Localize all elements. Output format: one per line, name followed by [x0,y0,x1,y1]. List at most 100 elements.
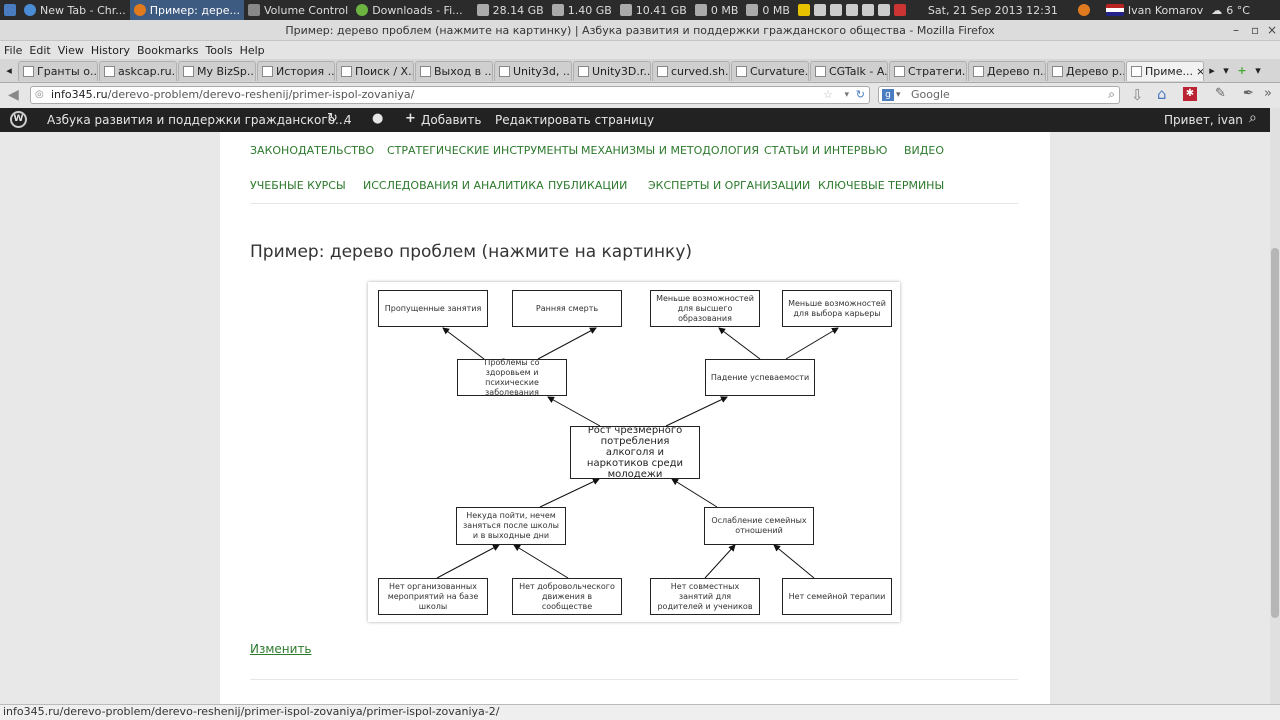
menu-view[interactable]: View [58,44,84,57]
updates-count[interactable]: 4 [344,113,352,127]
download-icon[interactable]: ⇩ [1131,86,1144,104]
nav-link-mechanisms[interactable]: МЕХАНИЗМЫ И МЕТОДОЛОГИЯ [581,144,759,157]
wp-add-new[interactable]: Добавить [421,113,481,127]
new-tab-icon[interactable]: + [1233,64,1251,77]
page-scrollbar[interactable] [1270,108,1280,704]
tab-scroll-left-icon[interactable]: ◂ [0,64,18,77]
favicon [341,65,352,77]
url-dropdown-icon[interactable]: ▾ [844,87,849,103]
content-area: ЗАКОНОДАТЕЛЬСТВО СТРАТЕГИЧЕСКИЕ ИНСТРУМЕ… [220,132,1050,704]
diagram-node-effect-mid: Проблемы со здоровьем и психические забо… [457,358,567,397]
menu-bookmarks[interactable]: Bookmarks [137,44,198,57]
nav-link-research[interactable]: ИССЛЕДОВАНИЯ И АНАЛИТИКА [363,179,544,192]
tab-item[interactable]: CGTalk - A... [810,60,888,81]
clock[interactable]: Sat, 21 Sep 2013 12:31 [924,0,1062,20]
home-icon[interactable]: ⌂ [1157,85,1167,103]
url-host: info345.ru [51,88,108,101]
favicon [578,65,589,77]
weather[interactable]: ☁ 6 °C [1207,0,1254,20]
memory-icon [551,4,564,16]
tab-item[interactable]: My BizSp... [178,60,256,81]
tray-disk2: 10.41 GB [616,0,691,20]
tab-item[interactable]: curved.sh... [652,60,730,81]
chrome-icon [24,4,36,16]
start-icon [4,4,16,16]
tab-item-active[interactable]: Приме...× [1126,60,1204,81]
nav-link-video[interactable]: ВИДЕО [904,144,944,157]
page-title: Пример: дерево проблем (нажмите на карти… [250,242,693,262]
wordpress-logo-icon[interactable]: W [10,111,27,128]
tab-item[interactable]: Поиск / Х... [336,60,414,81]
user-menu[interactable]: Ivan Komarov [1102,0,1207,20]
wp-edit-page[interactable]: Редактировать страницу [495,113,654,127]
tab-list-icon[interactable]: ▾ [1219,64,1233,77]
minimize-icon[interactable]: – [1233,20,1239,41]
scrollbar-thumb[interactable] [1271,248,1279,618]
tab-scroll-right-icon[interactable]: ▸ [1205,64,1219,77]
problem-tree-image[interactable]: Пропущенные занятия Ранняя смерть Меньше… [368,282,900,622]
tab-item[interactable]: Гранты о... [18,60,98,81]
nav-link-publications[interactable]: ПУБЛИКАЦИИ [548,179,627,192]
tools-icon[interactable]: ✎ [1215,86,1226,101]
taskbar-item-volume[interactable]: Volume Control [244,0,352,20]
tab-item[interactable]: История ... [257,60,335,81]
favicon [23,65,34,77]
menu-edit[interactable]: Edit [29,44,50,57]
search-input[interactable]: g ▾ Google ⌕ [878,86,1120,104]
arrow [773,544,815,579]
menu-bar: File Edit View History Bookmarks Tools H… [0,41,1280,59]
arrow [671,478,718,508]
pen-icon[interactable]: ✒ [1243,86,1254,101]
arrow [785,327,839,360]
back-icon[interactable]: ◀ [8,87,19,103]
reload-icon[interactable]: ↻ [856,87,865,103]
add-icon[interactable]: + [405,111,416,126]
taskbar-item-firefox[interactable]: Пример: дере... [129,0,245,20]
tab-item[interactable]: Стратеги... [889,60,967,81]
nav-link-key-terms[interactable]: КЛЮЧЕВЫЕ ТЕРМИНЫ [818,179,944,192]
bookmark-star-icon[interactable]: ☆ [823,87,833,103]
search-icon[interactable]: ⌕ [1108,86,1115,102]
tab-item[interactable]: Unity3d, ... [494,60,572,81]
tab-close-icon[interactable]: × [1196,65,1203,78]
wp-search-icon[interactable]: ⌕ [1249,110,1257,126]
speaker-icon [248,4,261,16]
tab-menu-icon[interactable]: ▾ [1251,64,1265,77]
os-taskbar: New Tab - Chr... Пример: дере... Volume … [0,0,1280,20]
window-title: Пример: дерево проблем (нажмите на карти… [285,24,995,37]
diagram-node-core-problem: Рост чрезмерного потребления алкоголя и … [570,425,700,480]
taskbar-item-chrome[interactable]: New Tab - Chr... [20,0,130,20]
nav-link-articles[interactable]: СТАТЬИ И ИНТЕРВЬЮ [764,144,887,157]
nav-link-strategic-tools[interactable]: СТРАТЕГИЧЕСКИЕ ИНСТРУМЕНТЫ [387,144,578,157]
edit-link[interactable]: Изменить [250,642,312,656]
tab-item[interactable]: Дерево п... [968,60,1046,81]
overflow-menu-icon[interactable]: » [1264,86,1272,101]
taskbar-item-downloads[interactable]: Downloads - Fi... [352,0,466,20]
tab-item[interactable]: Unity3D.r... [573,60,651,81]
wp-greeting[interactable]: Привет, ivan [1164,113,1243,127]
nav-link-courses[interactable]: УЧЕБНЫЕ КУРСЫ [250,179,346,192]
maximize-icon[interactable]: ▫ [1251,20,1259,41]
search-engine-dropdown-icon[interactable]: ▾ [896,87,901,103]
menu-tools[interactable]: Tools [205,44,232,57]
nav-link-legislation[interactable]: ЗАКОНОДАТЕЛЬСТВО [250,144,374,157]
tab-item[interactable]: askcap.ru... [99,60,177,81]
tray-firefox[interactable] [1074,0,1094,20]
tab-item[interactable]: Curvature... [731,60,809,81]
nav-link-experts[interactable]: ЭКСПЕРТЫ И ОРГАНИЗАЦИИ [648,179,810,192]
close-icon[interactable]: × [1267,20,1277,41]
menu-help[interactable]: Help [240,44,265,57]
tray-icons[interactable] [794,0,910,20]
menu-history[interactable]: History [91,44,130,57]
comments-icon[interactable]: ● [372,111,383,126]
tab-item[interactable]: Выход в ... [415,60,493,81]
menu-file[interactable]: File [4,44,22,57]
tab-item[interactable]: Дерево р... [1047,60,1125,81]
start-menu-button[interactable] [0,0,20,20]
url-bar[interactable]: ◎ info345.ru/derevo-problem/derevo-reshe… [30,86,870,104]
favicon [420,65,431,77]
url-path: /derevo-problem/derevo-reshenij/primer-i… [107,88,415,101]
updates-icon[interactable]: ↻ [327,111,338,126]
addon-icon[interactable]: ✱ [1183,87,1197,101]
wp-site-name[interactable]: Азбука развития и поддержки гражданского… [47,113,346,127]
